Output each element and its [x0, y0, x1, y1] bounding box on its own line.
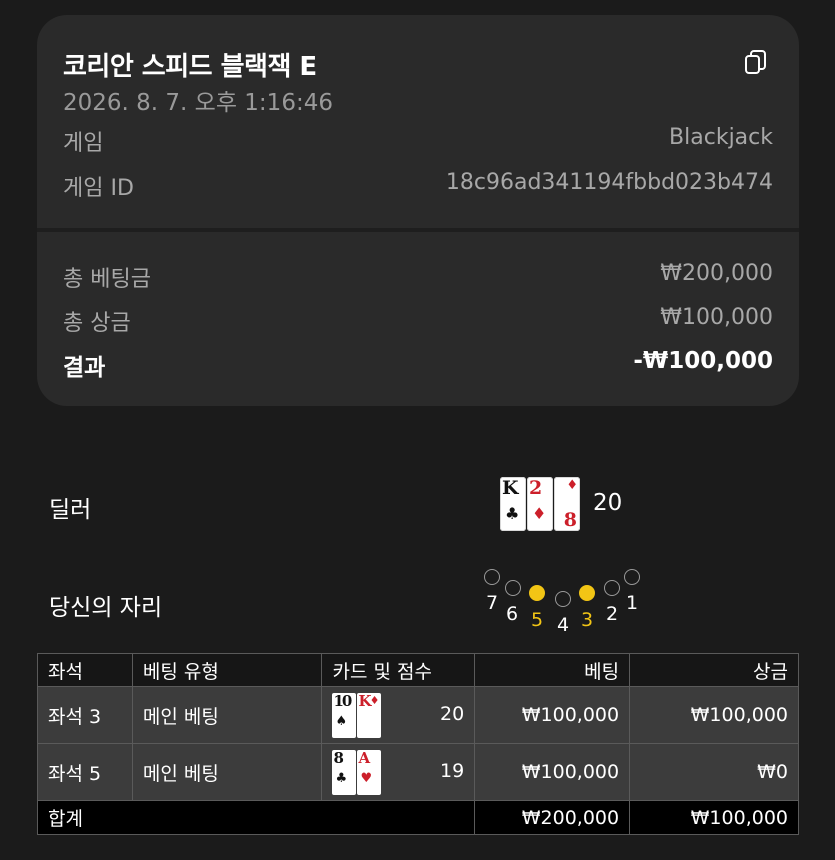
seat-number: 4 [556, 614, 570, 636]
playing-card: ♦ 8 [554, 477, 580, 531]
header-bet-type: 베팅 유형 [131, 653, 323, 687]
seat-number: 2 [605, 603, 619, 625]
hand-score: 20 [440, 703, 465, 725]
total-bet-row: 총 베팅금 ₩200,000 [63, 261, 773, 293]
result-row: 결과 -₩100,000 [63, 348, 773, 382]
seat-number: 1 [625, 592, 639, 614]
game-id-row: 게임 ID 18c96ad341194fbbd023b474 [63, 170, 773, 202]
bet-cell: ₩100,000 [474, 743, 631, 801]
bet-cell: ₩100,000 [474, 686, 631, 744]
seat-1-dot [624, 569, 640, 585]
card-rank: 10 [333, 693, 352, 710]
table-row: 좌석 3 메인 베팅 10 ♠ K ♦ 20 ₩100,000 ₩100,000 [37, 686, 799, 744]
seat-5-dot [529, 585, 545, 601]
playing-card: K ♦ [357, 693, 382, 738]
seat-4-dot [555, 591, 571, 607]
total-win-row: 총 상금 ₩100,000 [63, 305, 773, 337]
dealer-label: 딜러 [49, 497, 92, 523]
seat-cell: 좌석 5 [37, 743, 133, 801]
seat-6-dot [505, 580, 521, 596]
header-bet: 베팅 [474, 653, 631, 687]
win-cell: ₩100,000 [629, 686, 799, 744]
total-bet-label: 총 베팅금 [63, 267, 151, 292]
dealer-score: 20 [593, 490, 623, 516]
cards-cell: 8 ♣ A ♥ 19 [321, 743, 476, 801]
seat-number: 5 [530, 609, 544, 631]
seat-2-dot [604, 580, 620, 596]
divider [37, 228, 799, 232]
playing-card: K ♣ [500, 477, 526, 531]
player-hand: 8 ♣ A ♥ [332, 750, 382, 795]
playing-card: 10 ♠ [332, 693, 357, 738]
result-label: 결과 [63, 355, 106, 381]
player-hand: 10 ♠ K ♦ [332, 693, 382, 738]
card-rank: K [502, 477, 519, 499]
hand-score: 19 [440, 760, 465, 782]
round-summary-card: 코리안 스피드 블랙잭 E 2026. 8. 7. 오후 1:16:46 게임 … [37, 15, 799, 406]
total-label: 합계 [36, 800, 476, 835]
card-suit: ♣ [335, 771, 348, 786]
table-row: 좌석 5 메인 베팅 8 ♣ A ♥ 19 ₩100,000 ₩0 [37, 743, 799, 801]
card-suit: ♠ [335, 714, 348, 729]
game-value: Blackjack [669, 125, 773, 150]
card-suit: ♦ [532, 504, 547, 523]
game-id-label: 게임 ID [63, 176, 134, 201]
card-suit: ♦ [566, 478, 578, 493]
seat-7-dot [484, 569, 500, 585]
bet-type-cell: 메인 베팅 [131, 686, 323, 744]
header-win: 상금 [629, 653, 799, 687]
total-row: 합계 ₩200,000 ₩100,000 [36, 800, 799, 835]
playing-card: 2 ♦ [527, 477, 553, 531]
seat-number: 3 [580, 609, 594, 631]
total-win-cell: ₩100,000 [629, 800, 799, 835]
total-bet-value: ₩200,000 [660, 261, 773, 286]
total-win-label: 총 상금 [63, 311, 131, 336]
game-row: 게임 Blackjack [63, 125, 773, 157]
card-rank: K [358, 693, 371, 710]
playing-card: 8 ♣ [332, 750, 357, 795]
cards-cell: 10 ♠ K ♦ 20 [321, 686, 476, 744]
card-rank: 2 [529, 477, 543, 499]
card-suit: ♥ [360, 771, 373, 786]
win-cell: ₩0 [629, 743, 799, 801]
seat-number: 7 [485, 592, 499, 614]
header-cards-score: 카드 및 점수 [321, 653, 476, 687]
card-suit: ♦ [369, 694, 380, 707]
seat-3-dot [579, 585, 595, 601]
card-rank: 8 [333, 750, 344, 767]
copy-icon[interactable] [740, 47, 770, 77]
total-win-value: ₩100,000 [660, 305, 773, 330]
table-header-row: 좌석 베팅 유형 카드 및 점수 베팅 상금 [37, 653, 799, 687]
card-suit: ♣ [505, 504, 520, 523]
seat-cell: 좌석 3 [37, 686, 133, 744]
seat-map: 7 6 5 4 3 2 1 [478, 565, 648, 636]
playing-card: A ♥ [357, 750, 382, 795]
game-id-value[interactable]: 18c96ad341194fbbd023b474 [446, 170, 773, 202]
game-label: 게임 [63, 131, 104, 156]
game-title: 코리안 스피드 블랙잭 E [63, 52, 317, 82]
dealer-hand: K ♣ 2 ♦ ♦ 8 [500, 477, 581, 531]
header-seat: 좌석 [37, 653, 133, 687]
total-bet-cell: ₩200,000 [474, 800, 631, 835]
bet-type-cell: 메인 베팅 [131, 743, 323, 801]
round-datetime: 2026. 8. 7. 오후 1:16:46 [63, 90, 333, 116]
card-rank: 8 [563, 509, 577, 531]
your-seat-label: 당신의 자리 [49, 595, 163, 621]
result-value: -₩100,000 [633, 348, 773, 374]
seat-number: 6 [505, 603, 519, 625]
card-rank: A [358, 750, 370, 767]
bets-table: 좌석 베팅 유형 카드 및 점수 베팅 상금 좌석 3 메인 베팅 10 ♠ K… [36, 653, 799, 835]
